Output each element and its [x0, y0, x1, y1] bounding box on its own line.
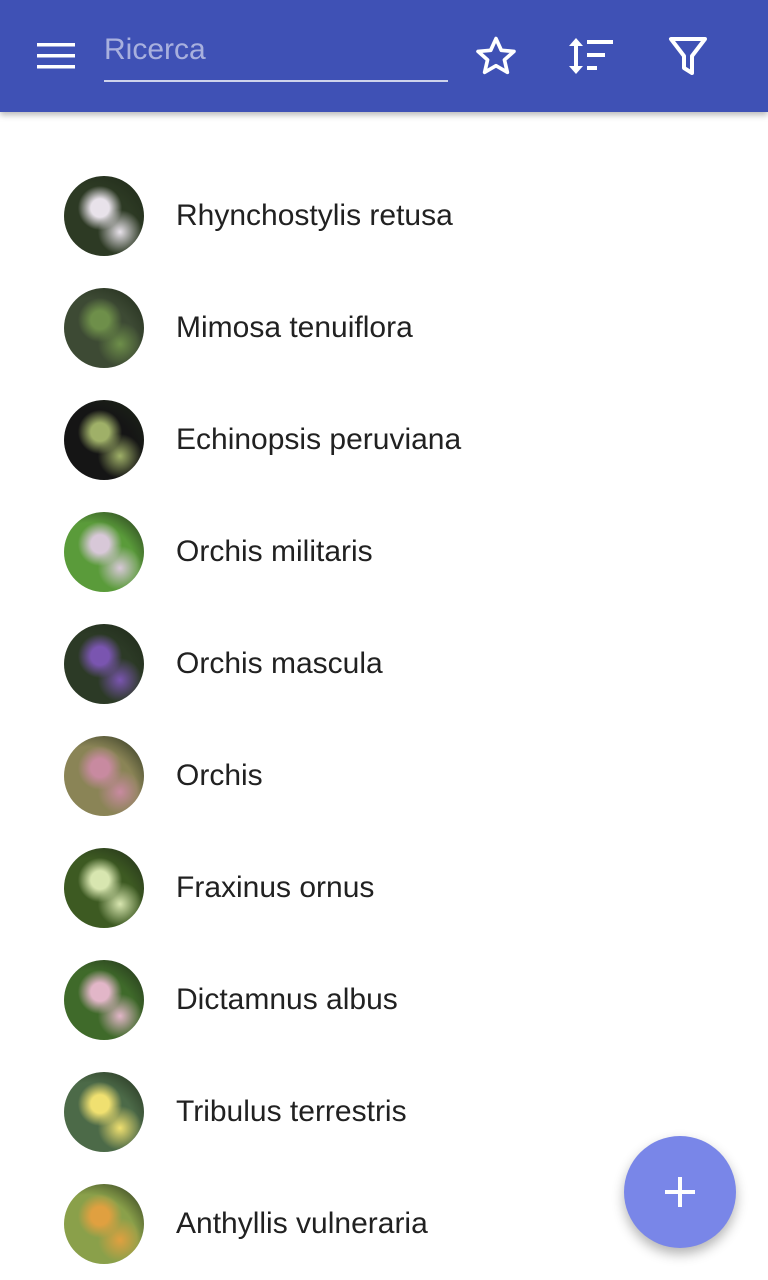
plant-name: Fraxinus ornus — [176, 871, 375, 904]
list-item[interactable]: Orchis mascula — [0, 608, 768, 720]
plant-thumbnail — [64, 512, 144, 592]
plant-name: Orchis — [176, 759, 263, 792]
plant-thumbnail — [64, 1072, 144, 1152]
plant-thumbnail — [64, 624, 144, 704]
list-item[interactable]: Dictamnus albus — [0, 944, 768, 1056]
filter-icon — [669, 37, 707, 75]
plant-thumbnail — [64, 400, 144, 480]
search-field — [104, 22, 448, 82]
plant-list: Rhynchostylis retusa Mimosa tenuiflora E… — [0, 160, 768, 1280]
plant-thumbnail — [64, 288, 144, 368]
plant-name: Orchis militaris — [176, 535, 373, 568]
plant-thumbnail — [64, 176, 144, 256]
plant-name: Anthyllis vulneraria — [176, 1207, 428, 1240]
plant-name: Rhynchostylis retusa — [176, 199, 453, 232]
list-item[interactable]: Mimosa tenuiflora — [0, 272, 768, 384]
list-item[interactable]: Echinopsis peruviana — [0, 384, 768, 496]
plant-name: Dictamnus albus — [176, 983, 398, 1016]
list-item[interactable]: Orchis militaris — [0, 496, 768, 608]
favorites-button[interactable] — [468, 28, 524, 84]
plant-thumbnail — [64, 1184, 144, 1264]
plant-thumbnail — [64, 736, 144, 816]
sort-icon — [569, 38, 613, 74]
add-plant-button[interactable] — [624, 1136, 736, 1248]
plant-thumbnail — [64, 960, 144, 1040]
list-item[interactable]: Orchis — [0, 720, 768, 832]
plus-icon — [665, 1177, 695, 1207]
filter-button[interactable] — [660, 28, 716, 84]
list-item[interactable]: Rhynchostylis retusa — [0, 160, 768, 272]
plant-name: Echinopsis peruviana — [176, 423, 462, 456]
plant-name: Tribulus terrestris — [176, 1095, 407, 1128]
menu-icon — [37, 43, 75, 69]
menu-button[interactable] — [24, 32, 88, 80]
plant-name: Orchis mascula — [176, 647, 383, 680]
star-outline-icon — [476, 36, 516, 75]
plant-thumbnail — [64, 848, 144, 928]
plant-name: Mimosa tenuiflora — [176, 311, 413, 344]
search-input[interactable] — [104, 22, 448, 78]
sort-button[interactable] — [563, 28, 619, 84]
app-bar — [0, 0, 768, 112]
list-item[interactable]: Fraxinus ornus — [0, 832, 768, 944]
